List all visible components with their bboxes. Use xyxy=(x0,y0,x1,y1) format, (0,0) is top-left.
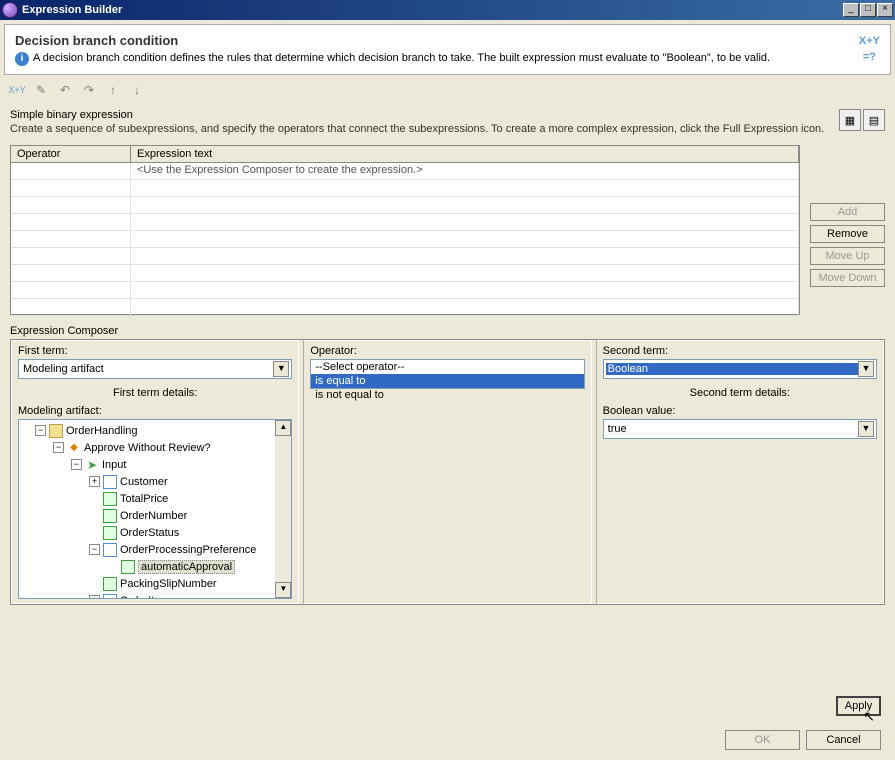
tree-expand-icon[interactable]: + xyxy=(89,476,100,487)
table-row[interactable] xyxy=(11,180,799,197)
redo-icon[interactable]: ↷ xyxy=(80,81,98,99)
maximize-button[interactable]: □ xyxy=(860,3,876,17)
col-operator-header: Operator xyxy=(11,146,131,162)
tree-label[interactable]: OrderNumber xyxy=(120,510,187,522)
second-term-select[interactable]: Boolean ▼ xyxy=(603,359,877,379)
tree-expand-icon[interactable]: + xyxy=(89,595,100,599)
tree-collapse-icon[interactable]: − xyxy=(35,425,46,436)
operator-label: Operator: xyxy=(310,345,584,357)
second-term-label: Second term: xyxy=(603,345,877,357)
expression-composer: First term: Modeling artifact ▼ First te… xyxy=(10,339,885,605)
folder-icon xyxy=(49,424,63,438)
item-icon xyxy=(121,560,135,574)
tree-collapse-icon[interactable]: − xyxy=(71,459,82,470)
chevron-down-icon[interactable]: ▼ xyxy=(858,361,874,377)
tree-label[interactable]: OrderProcessingPreference xyxy=(120,544,256,556)
full-view-icon[interactable]: ▤ xyxy=(863,109,885,131)
item-icon xyxy=(103,543,117,557)
item-icon xyxy=(103,526,117,540)
tree-label[interactable]: Customer xyxy=(120,476,168,488)
up-icon[interactable]: ↑ xyxy=(104,81,122,99)
table-row[interactable] xyxy=(11,231,799,248)
second-term-column: Second term: Boolean ▼ Second term detai… xyxy=(596,340,884,604)
info-icon: i xyxy=(15,52,29,66)
expression-logo: X+Y =? xyxy=(859,33,880,65)
table-row[interactable] xyxy=(11,299,799,316)
minimize-button[interactable]: _ xyxy=(843,3,859,17)
boolean-value-select[interactable]: true ▼ xyxy=(603,419,877,439)
page-description: A decision branch condition defines the … xyxy=(33,52,770,64)
window-title: Expression Builder xyxy=(22,4,843,16)
operator-list[interactable]: --Select operator-- is equal to is not e… xyxy=(310,359,584,389)
col-text-header: Expression text xyxy=(131,146,799,162)
item-icon xyxy=(103,492,117,506)
binary-section-label: Simple binary expression xyxy=(10,109,829,121)
simple-view-icon[interactable]: ▦ xyxy=(839,109,861,131)
header-panel: Decision branch condition i A decision b… xyxy=(4,24,891,75)
close-button[interactable]: × xyxy=(877,3,893,17)
item-icon xyxy=(103,509,117,523)
title-bar: Expression Builder _ □ × xyxy=(0,0,895,20)
scroll-up-icon[interactable]: ▲ xyxy=(275,420,291,436)
table-row[interactable] xyxy=(11,214,799,231)
tool-icon[interactable]: ✎ xyxy=(32,81,50,99)
table-row[interactable] xyxy=(11,265,799,282)
second-term-details-label: Second term details: xyxy=(603,387,877,399)
composer-label: Expression Composer xyxy=(10,325,885,337)
item-icon xyxy=(103,594,117,600)
input-icon: ➤ xyxy=(85,458,99,472)
page-title: Decision branch condition xyxy=(15,33,880,48)
tree-label[interactable]: Approve Without Review? xyxy=(84,442,211,454)
apply-button[interactable]: Apply xyxy=(836,696,881,716)
table-row[interactable] xyxy=(11,197,799,214)
xy-tool-icon[interactable]: X+Y xyxy=(8,81,26,99)
tree-collapse-icon[interactable]: − xyxy=(53,442,64,453)
cancel-button[interactable]: Cancel xyxy=(806,730,881,750)
tree-label[interactable]: PackingSlipNumber xyxy=(120,578,217,590)
tree-label[interactable]: TotalPrice xyxy=(120,493,168,505)
first-term-label: First term: xyxy=(18,345,292,357)
table-row[interactable]: <Use the Expression Composer to create t… xyxy=(11,163,799,180)
artifact-label: Modeling artifact: xyxy=(18,405,292,417)
tree-label[interactable]: OrderHandling xyxy=(66,425,138,437)
tree-label[interactable]: OrderStatus xyxy=(120,527,179,539)
down-icon[interactable]: ↓ xyxy=(128,81,146,99)
item-icon xyxy=(103,475,117,489)
toolbar: X+Y ✎ ↶ ↷ ↑ ↓ xyxy=(0,79,895,101)
move-up-button[interactable]: Move Up xyxy=(810,247,885,265)
tree-label[interactable]: Input xyxy=(102,459,126,471)
first-term-details-label: First term details: xyxy=(18,387,292,399)
add-button[interactable]: Add xyxy=(810,203,885,221)
table-row[interactable] xyxy=(11,248,799,265)
chevron-down-icon[interactable]: ▼ xyxy=(273,361,289,377)
table-row[interactable] xyxy=(11,282,799,299)
tree-label-selected[interactable]: automaticApproval xyxy=(138,560,235,574)
tree-label[interactable]: OrderItems xyxy=(120,595,175,600)
tree-view[interactable]: −OrderHandling −◆Approve Without Review?… xyxy=(18,419,292,599)
tree-collapse-icon[interactable]: − xyxy=(89,544,100,555)
decision-icon: ◆ xyxy=(67,441,81,455)
item-icon xyxy=(103,577,117,591)
first-term-column: First term: Modeling artifact ▼ First te… xyxy=(11,340,299,604)
ok-button[interactable]: OK xyxy=(725,730,800,750)
expression-table[interactable]: Operator Expression text <Use the Expres… xyxy=(10,145,800,315)
chevron-down-icon[interactable]: ▼ xyxy=(858,421,874,437)
scroll-down-icon[interactable]: ▼ xyxy=(275,582,291,598)
list-item[interactable]: --Select operator-- xyxy=(311,360,583,374)
move-down-button[interactable]: Move Down xyxy=(810,269,885,287)
operator-column: Operator: --Select operator-- is equal t… xyxy=(303,340,591,604)
list-item-selected[interactable]: is equal to xyxy=(311,374,583,388)
remove-button[interactable]: Remove xyxy=(810,225,885,243)
app-icon xyxy=(2,2,18,18)
binary-section-desc: Create a sequence of subexpressions, and… xyxy=(10,123,829,135)
boolean-value-label: Boolean value: xyxy=(603,405,877,417)
undo-icon[interactable]: ↶ xyxy=(56,81,74,99)
scrollbar[interactable]: ▲ ▼ xyxy=(275,420,291,598)
first-term-select[interactable]: Modeling artifact ▼ xyxy=(18,359,292,379)
expression-placeholder: <Use the Expression Composer to create t… xyxy=(131,163,799,179)
